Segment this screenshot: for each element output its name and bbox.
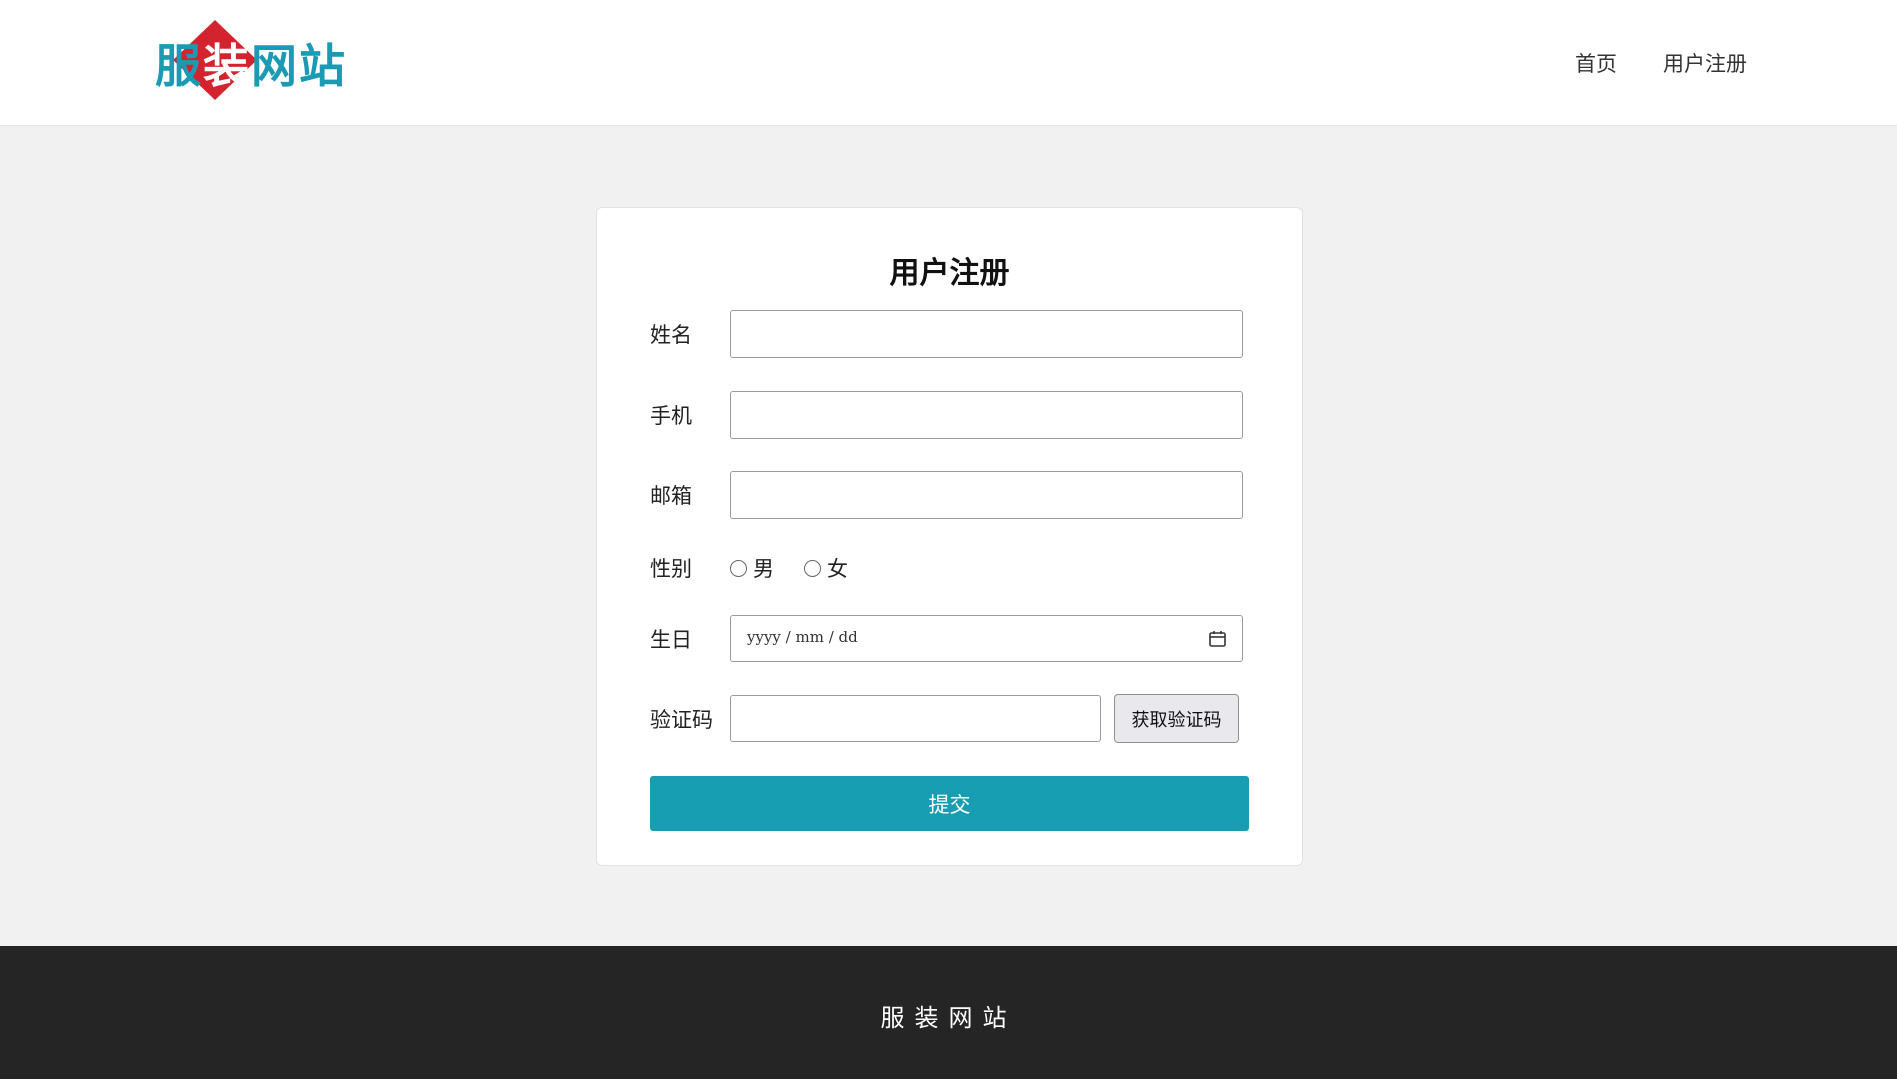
svg-text:站: 站 bbox=[299, 39, 345, 93]
gender-female-label: 女 bbox=[827, 557, 848, 581]
gender-male-option[interactable]: 男 bbox=[730, 553, 774, 583]
gender-row: 性别 男 女 bbox=[650, 553, 848, 583]
gender-male-label: 男 bbox=[753, 557, 774, 581]
gender-male-radio[interactable] bbox=[730, 559, 747, 577]
gender-label: 性别 bbox=[650, 557, 692, 581]
get-code-button[interactable]: 获取验证码 bbox=[1114, 694, 1239, 743]
birthday-placeholder: yyyy / mm / dd bbox=[747, 628, 858, 646]
email-row: 邮箱 bbox=[650, 471, 1243, 519]
birthday-label: 生日 bbox=[650, 627, 692, 652]
name-row: 姓名 bbox=[650, 310, 1243, 358]
email-label: 邮箱 bbox=[650, 484, 692, 508]
name-input[interactable] bbox=[730, 310, 1243, 358]
phone-input[interactable] bbox=[730, 391, 1243, 439]
submit-button[interactable]: 提交 bbox=[650, 776, 1249, 831]
nav-register-link[interactable]: 用户注册 bbox=[1663, 48, 1747, 78]
footer: 服装网站 bbox=[0, 946, 1897, 1079]
main-nav: 首页 用户注册 bbox=[1575, 48, 1747, 78]
gender-female-option[interactable]: 女 bbox=[804, 553, 848, 583]
phone-row: 手机 bbox=[650, 391, 1243, 439]
form-title: 用户注册 bbox=[889, 256, 1010, 291]
footer-brand-text: 服装网站 bbox=[880, 1004, 1017, 1032]
site-logo[interactable]: 服 装 网 站 bbox=[153, 18, 353, 104]
gender-radio-group: 男 女 bbox=[730, 553, 848, 583]
phone-label: 手机 bbox=[650, 404, 692, 428]
svg-text:网: 网 bbox=[251, 39, 297, 93]
calendar-icon[interactable] bbox=[1209, 630, 1226, 651]
nav-home-link[interactable]: 首页 bbox=[1575, 48, 1617, 78]
code-row: 验证码 获取验证码 bbox=[650, 694, 1239, 743]
code-label: 验证码 bbox=[650, 707, 713, 732]
birthday-row: 生日 yyyy / mm / dd bbox=[650, 615, 1243, 662]
gender-female-radio[interactable] bbox=[804, 559, 821, 577]
svg-text:装: 装 bbox=[203, 39, 249, 93]
verification-code-input[interactable] bbox=[730, 695, 1101, 742]
header: 服 装 网 站 首页 用户注册 bbox=[0, 0, 1897, 126]
name-label: 姓名 bbox=[650, 323, 692, 347]
birthday-date-input[interactable]: yyyy / mm / dd bbox=[730, 615, 1243, 662]
svg-text:服: 服 bbox=[155, 39, 201, 93]
register-card: 用户注册 姓名 手机 邮箱 性别 男 女 生日 yyyy / mm / dd 验… bbox=[596, 207, 1303, 866]
logo-graphic: 服 装 网 站 bbox=[155, 20, 345, 100]
email-input[interactable] bbox=[730, 471, 1243, 519]
